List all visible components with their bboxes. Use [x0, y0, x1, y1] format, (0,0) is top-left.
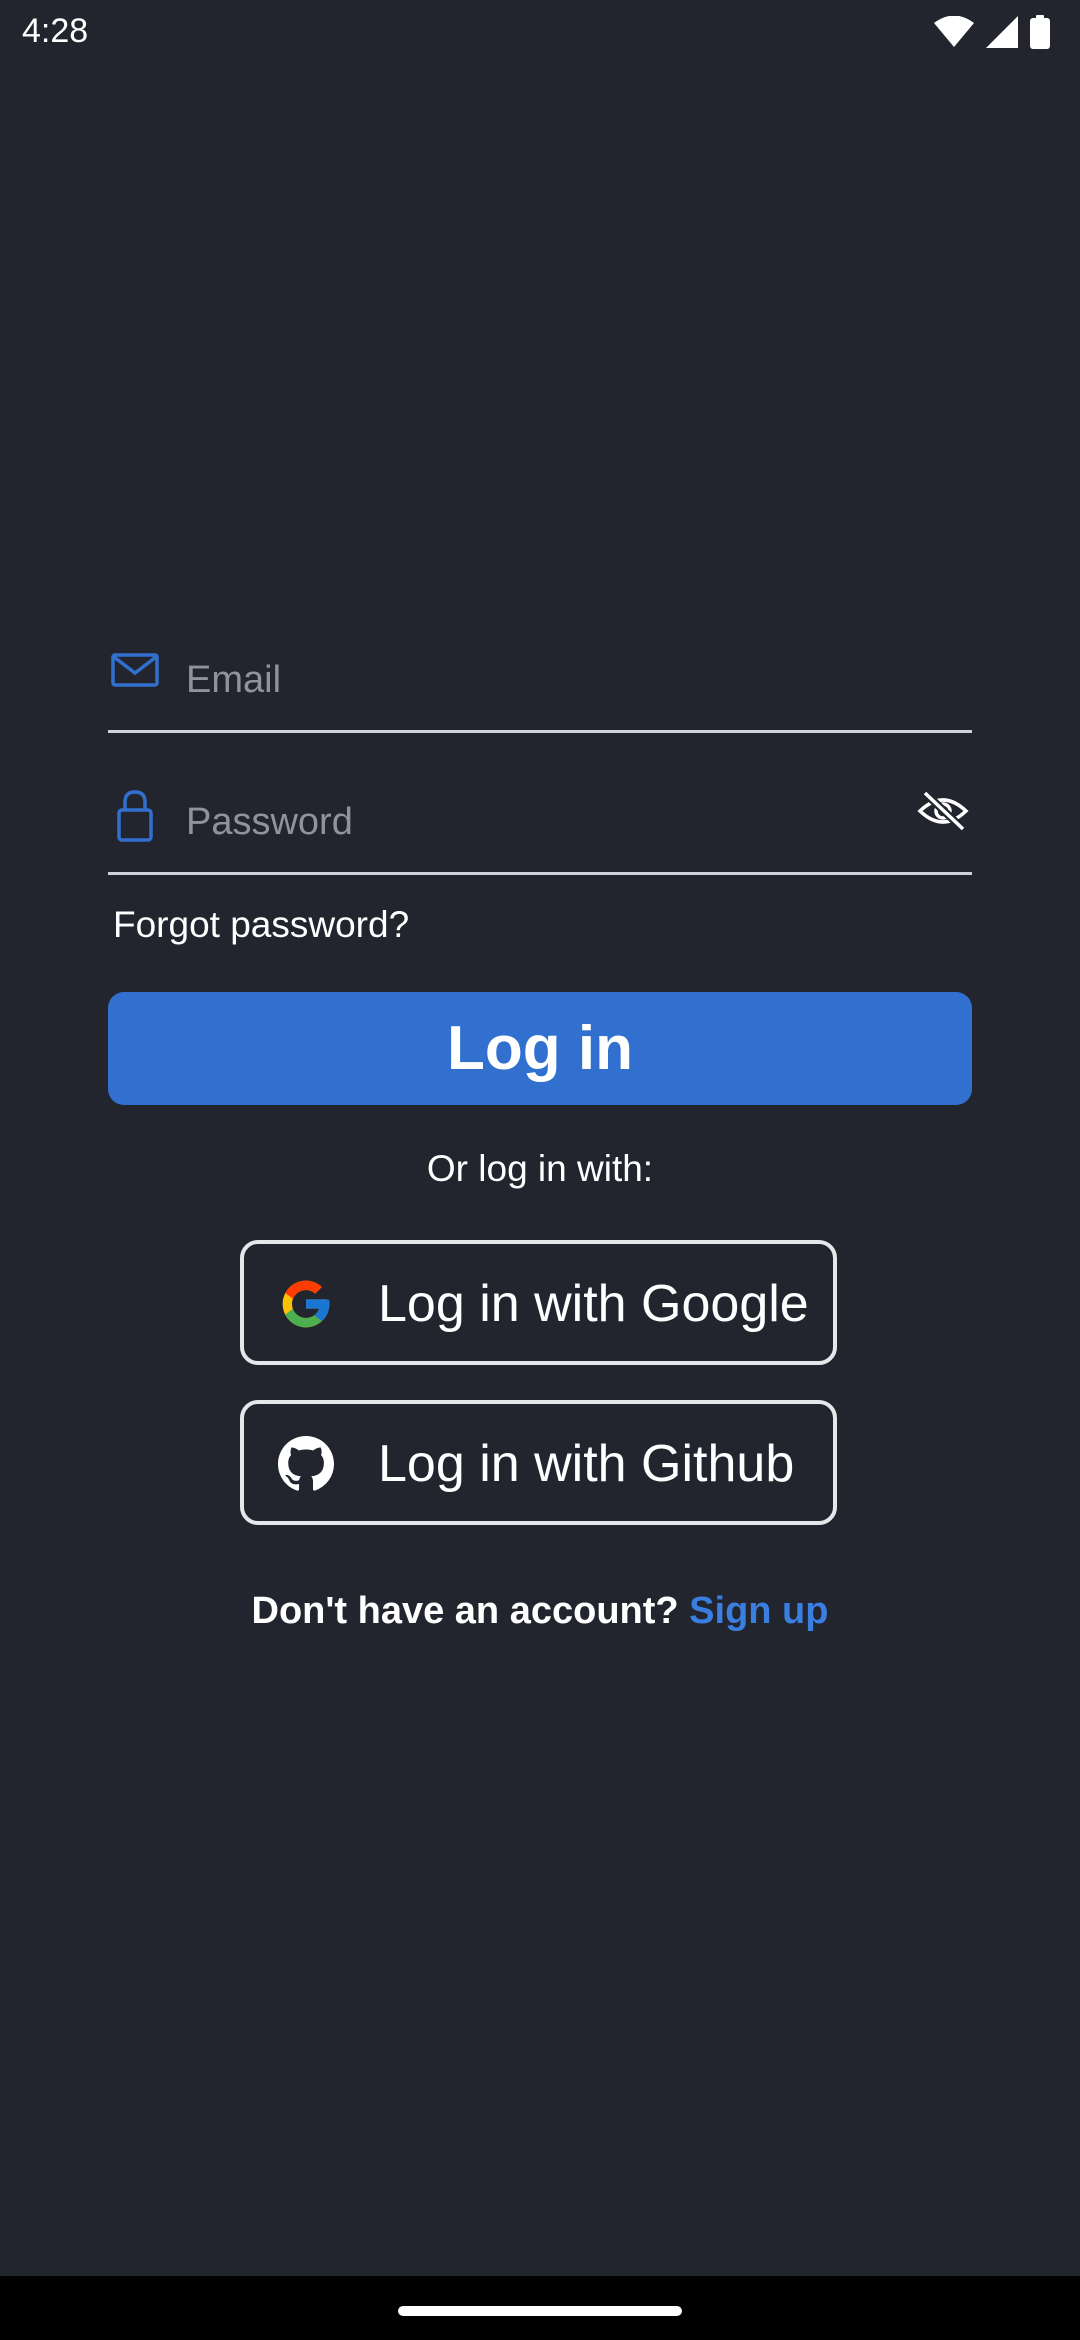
- github-icon: [278, 1436, 334, 1492]
- or-login-with-label: Or log in with:: [426, 1148, 654, 1189]
- email-input[interactable]: [186, 652, 886, 708]
- signup-link[interactable]: Sign up: [689, 1590, 828, 1632]
- signup-prompt: Don't have an account? Sign up: [0, 1590, 1080, 1633]
- google-icon: [278, 1276, 334, 1332]
- google-login-label: Log in with Google: [378, 1275, 809, 1333]
- mail-icon: [110, 646, 160, 696]
- login-button[interactable]: Log in: [108, 992, 972, 1105]
- login-screen: 4:28 Email Forgot password? Log in Or lo…: [0, 0, 1080, 2340]
- github-login-label: Log in with Github: [378, 1435, 795, 1493]
- battery-icon: [1030, 15, 1050, 49]
- password-field: [108, 782, 972, 875]
- email-field: [108, 640, 972, 733]
- google-login-button[interactable]: Log in with Google: [240, 1240, 837, 1365]
- wifi-icon: [934, 16, 974, 48]
- home-indicator[interactable]: [398, 2306, 682, 2316]
- status-icons: [934, 14, 1050, 50]
- eye-off-icon[interactable]: [914, 782, 972, 840]
- github-login-button[interactable]: Log in with Github: [240, 1400, 837, 1525]
- signup-prompt-text: Don't have an account?: [251, 1590, 679, 1632]
- status-time: 4:28: [22, 12, 89, 50]
- password-input[interactable]: [186, 794, 886, 850]
- status-bar: 4:28: [0, 0, 1080, 64]
- navigation-bar: [0, 2276, 1080, 2340]
- forgot-password-link[interactable]: Forgot password?: [113, 904, 409, 946]
- signal-icon: [986, 16, 1018, 48]
- lock-icon: [110, 788, 160, 842]
